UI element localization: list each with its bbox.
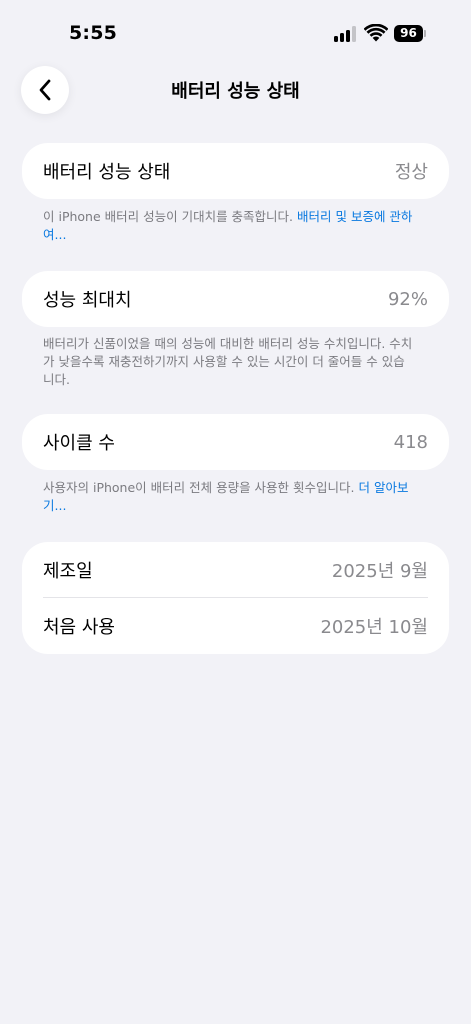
status-time: 5:55 [69,22,118,44]
battery-health-card: 배터리 성능 상태 정상 [22,143,449,199]
manufacture-date-value: 2025년 9월 [331,561,428,582]
manufacture-date-row: 제조일 2025년 9월 [22,542,449,598]
battery-level: 96 [394,25,423,42]
page-title: 배터리 성능 상태 [171,81,300,102]
first-use-value: 2025년 10월 [320,617,428,638]
manufacture-date-label: 제조일 [43,561,93,582]
battery-health-value: 정상 [394,162,428,183]
status-bar: 5:55 96 [0,0,471,60]
battery-icon: 96 [394,25,426,42]
battery-health-note: 이 iPhone 배터리 성능이 기대치를 충족합니다. 배터리 및 보증에 관… [43,208,415,244]
cellular-signal-icon [334,26,358,42]
battery-health-note-text: 이 iPhone 배터리 성능이 기대치를 충족합니다. [43,209,298,224]
cycle-count-note-text: 사용자의 iPhone이 배터리 전체 용량을 사용한 횟수입니다. [43,480,359,495]
cycle-count-label: 사이클 수 [43,433,115,454]
cycle-count-row: 사이클 수 418 [22,414,449,470]
dates-card: 제조일 2025년 9월 처음 사용 2025년 10월 [22,542,449,654]
battery-health-row: 배터리 성능 상태 정상 [22,143,449,199]
cycle-count-note: 사용자의 iPhone이 배터리 전체 용량을 사용한 횟수입니다. 더 알아보… [43,479,415,515]
max-capacity-value: 92% [387,288,428,310]
cycle-count-card: 사이클 수 418 [22,414,449,470]
battery-health-screen: 5:55 96 배터리 성능 상태 배터리 성능 상태 정상 이 iPhone … [0,0,471,1024]
max-capacity-row: 성능 최대치 92% [22,271,449,327]
first-use-row: 처음 사용 2025년 10월 [22,598,449,654]
max-capacity-note: 배터리가 신품이었을 때의 성능에 대비한 배터리 성능 수치입니다. 수치가 … [43,336,413,387]
battery-health-label: 배터리 성능 상태 [43,162,171,183]
max-capacity-card: 성능 최대치 92% [22,271,449,327]
first-use-label: 처음 사용 [43,617,115,638]
cycle-count-value: 418 [393,431,428,453]
max-capacity-label: 성능 최대치 [43,290,132,311]
wifi-icon [363,23,389,42]
